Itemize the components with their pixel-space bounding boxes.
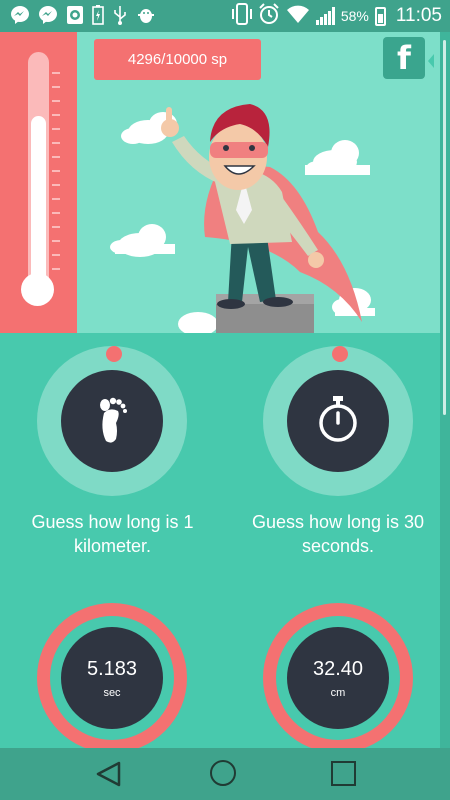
battery-percent: 58%	[340, 8, 369, 24]
distance-guess-button[interactable]	[37, 346, 187, 496]
drawer-handle[interactable]	[428, 54, 434, 68]
result-time-unit: sec	[103, 686, 121, 699]
messenger-icon	[10, 5, 30, 28]
vibrate-icon	[231, 2, 252, 30]
indicator-dot	[332, 346, 348, 362]
indicator-dot	[106, 346, 122, 362]
thermometer-bulb	[21, 273, 54, 306]
result-time-card[interactable]: 5.183 sec	[37, 603, 187, 753]
time-guess-icon-circle	[287, 370, 389, 472]
stopwatch-icon	[316, 394, 360, 449]
thermometer-fill	[31, 116, 46, 297]
messenger-icon	[38, 5, 58, 28]
result-distance-ring: 32.40 cm	[276, 616, 400, 740]
time-guess-caption: Guess how long is 30 seconds.	[251, 512, 425, 556]
signal-icon	[315, 7, 335, 25]
distance-guess-icon-circle	[61, 370, 163, 472]
result-time-ring: 5.183 sec	[50, 616, 174, 740]
usb-icon	[112, 5, 128, 28]
result-distance-value: 32.40	[312, 657, 364, 680]
thermometer-ticks	[52, 72, 62, 282]
steps-counter: 4296/10000 sp	[94, 39, 261, 80]
progress-thermometer	[0, 32, 77, 333]
facebook-share-button[interactable]: f	[383, 37, 425, 79]
scrollbar[interactable]	[443, 40, 446, 415]
recent-apps-icon[interactable]	[331, 761, 356, 786]
notification-icons	[10, 4, 156, 28]
result-distance-card[interactable]: 32.40 cm	[263, 603, 413, 753]
distance-guess-caption: Guess how long is 1 kilometer.	[31, 512, 194, 556]
battery-charge-icon	[92, 4, 104, 28]
time-guess-button[interactable]	[263, 346, 413, 496]
result-distance-circle: 32.40 cm	[287, 627, 389, 729]
back-icon[interactable]	[95, 761, 123, 792]
clock: 11:05	[395, 5, 442, 26]
wifi-icon	[286, 4, 310, 29]
battery-icon	[374, 6, 386, 26]
android-debug-icon	[136, 5, 156, 28]
system-status: 58% 11:05	[231, 2, 442, 30]
alarm-icon	[258, 2, 280, 30]
camera-icon	[66, 5, 84, 28]
hero-panel: 4296/10000 sp f	[0, 32, 440, 333]
home-icon[interactable]	[210, 760, 236, 786]
result-time-circle: 5.183 sec	[61, 627, 163, 729]
result-distance-unit: cm	[330, 686, 346, 699]
navigation-bar	[0, 748, 450, 800]
result-time-value: 5.183	[86, 657, 138, 680]
status-bar: 58% 11:05	[0, 0, 450, 32]
footprint-icon	[90, 393, 134, 450]
